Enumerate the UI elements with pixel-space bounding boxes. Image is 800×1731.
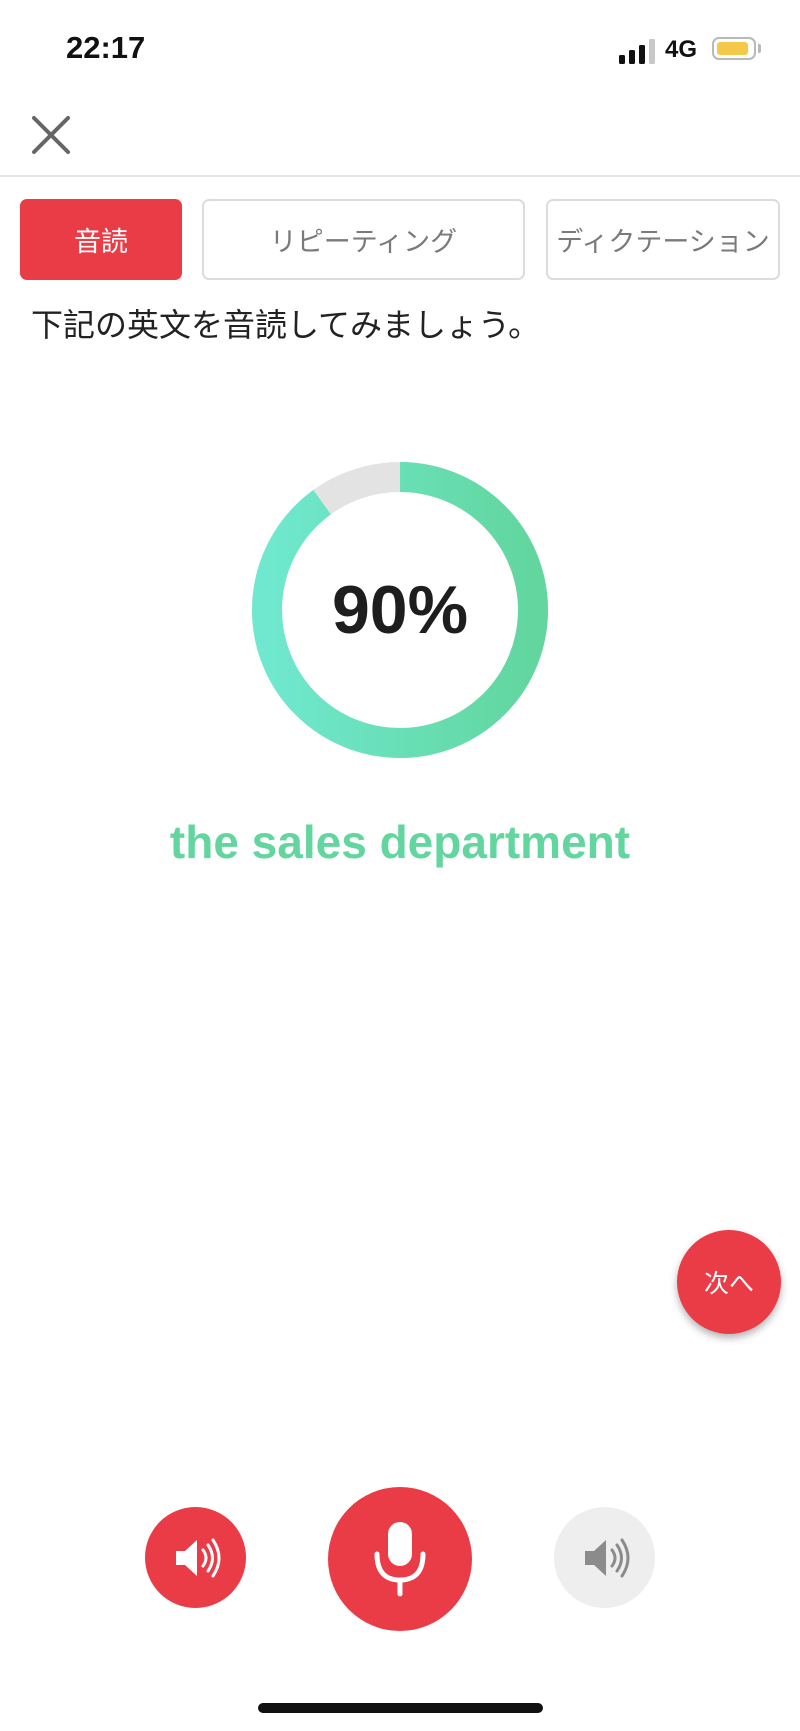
score-percentage: 90% (331, 572, 469, 648)
play-model-audio-button[interactable] (145, 1507, 246, 1608)
speaker-icon (584, 1538, 629, 1577)
tab-dictation[interactable]: ディクテーション (546, 199, 780, 280)
next-button[interactable]: 次へ (677, 1230, 781, 1334)
record-button[interactable] (328, 1487, 472, 1631)
battery-icon (712, 37, 756, 60)
microphone-icon (374, 1522, 426, 1597)
target-phrase: the sales department (169, 816, 631, 868)
close-icon (32, 116, 70, 154)
close-button[interactable] (28, 112, 74, 158)
battery-tip (758, 44, 761, 53)
network-type: 4G (665, 36, 698, 63)
tab-reading-aloud[interactable]: 音読 (20, 199, 182, 280)
status-bar: 22:17 4G (0, 0, 800, 100)
instruction-text: 下記の英文を音読してみましょう。 (31, 306, 541, 344)
signal-icon (619, 38, 655, 64)
tab-repeating[interactable]: リピーティング (202, 199, 525, 280)
speaker-icon (175, 1538, 220, 1577)
header-divider (0, 175, 800, 177)
home-indicator (258, 1703, 543, 1713)
status-time: 22:17 (66, 30, 146, 65)
play-recording-button[interactable] (554, 1507, 655, 1608)
